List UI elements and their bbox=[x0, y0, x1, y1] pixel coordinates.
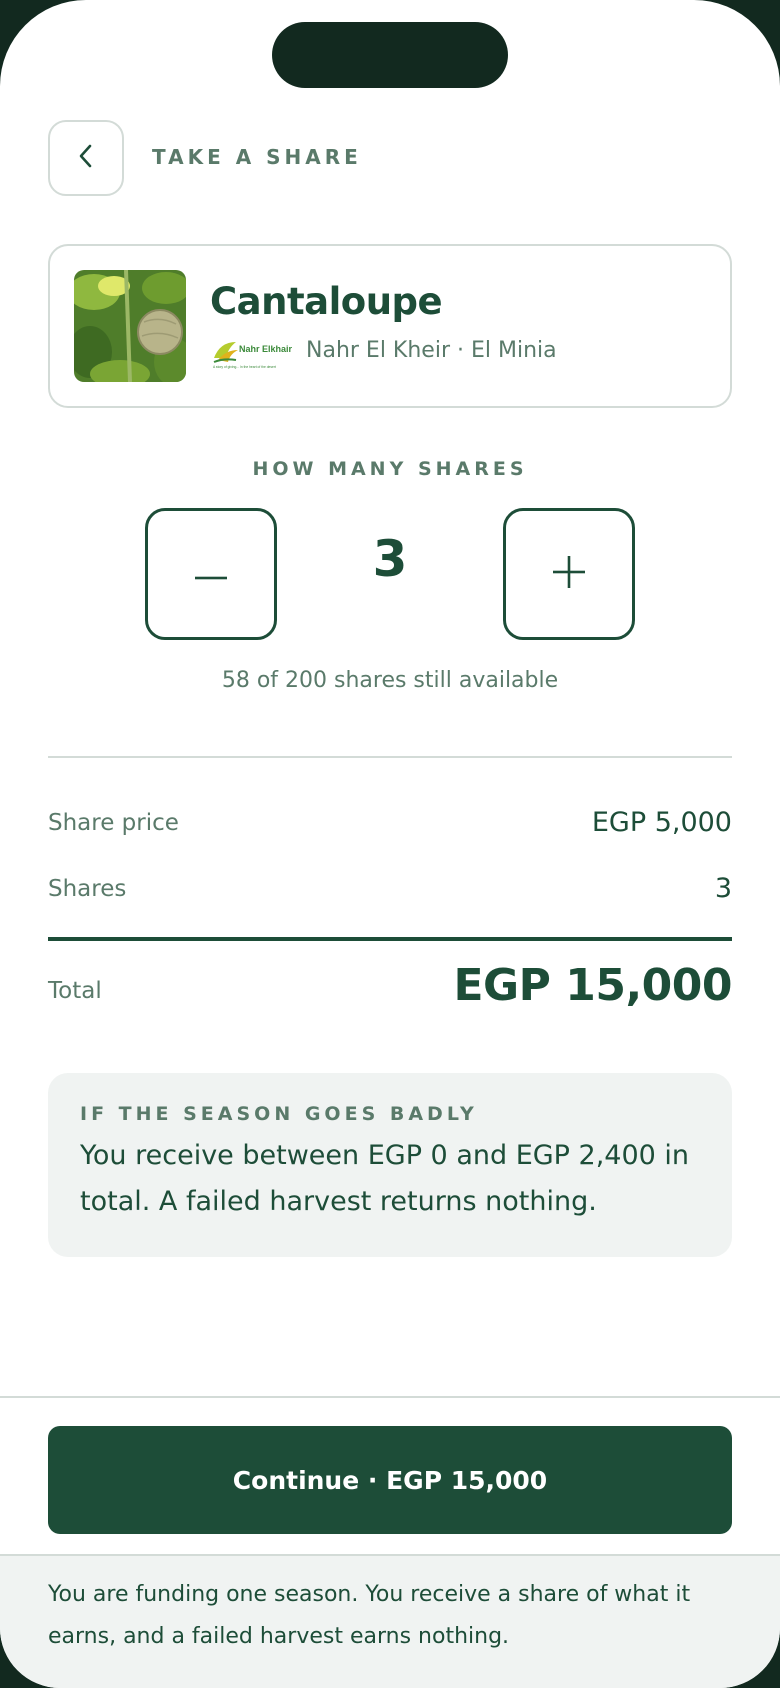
footer-text: You are funding one season. You receive … bbox=[48, 1582, 691, 1649]
risk-text: You receive between EGP 0 and EGP 2,400 … bbox=[80, 1140, 690, 1217]
risk-heading: IF THE SEASON GOES BADLY bbox=[80, 1103, 478, 1125]
producer-logo-wordmark: Nahr Elkhair bbox=[239, 344, 292, 354]
shares-label: Shares bbox=[48, 876, 127, 902]
continue-button[interactable]: Continue · EGP 15,000 bbox=[48, 1426, 732, 1534]
producer-logo: Nahr Elkhair A story of giving... In the… bbox=[212, 336, 293, 370]
back-button[interactable] bbox=[48, 120, 124, 196]
total-label: Total bbox=[48, 978, 102, 1004]
chevron-left-icon bbox=[76, 142, 96, 174]
producer-location: Nahr El Kheir · El Minia bbox=[306, 338, 557, 363]
divider bbox=[48, 756, 732, 758]
producer-logo-tagline: A story of giving... In the heart of the… bbox=[213, 365, 276, 369]
risk-notice: IF THE SEASON GOES BADLY You receive bet… bbox=[48, 1073, 732, 1257]
product-name: Cantaloupe bbox=[210, 280, 443, 323]
shares-value: 3 bbox=[714, 873, 732, 904]
dynamic-island bbox=[272, 22, 508, 88]
bottom-divider bbox=[0, 1396, 780, 1398]
total-divider bbox=[48, 937, 732, 941]
share-price-label: Share price bbox=[48, 810, 179, 836]
total-value: EGP 15,000 bbox=[453, 960, 732, 1011]
decrease-shares-button[interactable] bbox=[145, 508, 277, 640]
shares-heading: HOW MANY SHARES bbox=[252, 458, 528, 480]
footer-notice: You are funding one season. You receive … bbox=[0, 1554, 780, 1688]
product-card: Cantaloupe Nahr Elkhair A story of givin… bbox=[48, 244, 732, 408]
minus-icon bbox=[195, 565, 227, 584]
page-title: TAKE A SHARE bbox=[152, 145, 362, 169]
share-price-value: EGP 5,000 bbox=[591, 807, 732, 838]
shares-availability: 58 of 200 shares still available bbox=[221, 668, 559, 693]
plus-icon bbox=[553, 556, 585, 592]
product-photo bbox=[74, 270, 186, 382]
share-count: 3 bbox=[372, 530, 408, 588]
increase-shares-button[interactable] bbox=[503, 508, 635, 640]
phone-screen: TAKE A SHARE Cantaloupe Nahr Elkhair A s… bbox=[0, 0, 780, 1688]
